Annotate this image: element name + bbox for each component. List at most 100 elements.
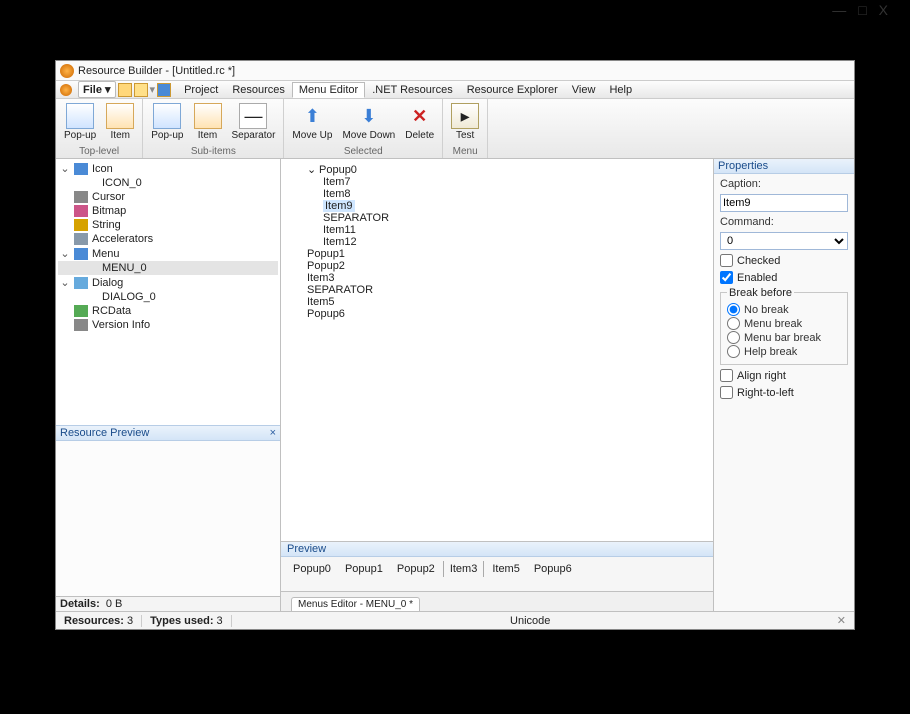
item-top-icon [106,103,134,129]
ribbon-tab-menu-editor[interactable]: Menu Editor [292,82,365,98]
menu-node-label: Item9 [323,200,355,212]
resource-node-cursor[interactable]: Cursor [58,190,278,204]
separator-button[interactable]: —Separator [230,101,278,143]
resource-preview-close-icon[interactable]: × [270,427,276,439]
menu-node-item5[interactable]: Item5 [289,296,705,308]
outer-close-button[interactable]: X [879,2,888,18]
menu-node-popup1[interactable]: Popup1 [289,248,705,260]
break-option-help-break[interactable]: Help break [727,345,841,358]
menu-node-item7[interactable]: Item7 [289,176,705,188]
menu-node-separator[interactable]: SEPARATOR [289,212,705,224]
delete-button[interactable]: ✕Delete [403,101,436,143]
resource-node-version-info[interactable]: Version Info [58,318,278,332]
enabled-checkbox[interactable] [720,271,733,284]
details-value: 0 B [106,598,123,610]
resource-node-label: Menu [92,248,120,260]
outer-minimize-button[interactable]: — [832,2,846,18]
resource-node-icon[interactable]: ⌄Icon [58,161,278,176]
preview-menu-item[interactable]: Popup1 [339,561,389,577]
ribbon-tab--net-resources[interactable]: .NET Resources [365,82,460,98]
break-radio[interactable] [727,345,740,358]
popup-sub-button[interactable]: Pop-up [149,101,185,143]
break-option-no-break[interactable]: No break [727,303,841,316]
break-radio[interactable] [727,303,740,316]
move-up-button[interactable]: ⬆Move Up [290,101,334,143]
save-icon[interactable] [157,83,171,97]
ribbon-tab-resources[interactable]: Resources [225,82,292,98]
rtl-checkbox[interactable] [720,386,733,399]
ribbon-group-label: Sub-items [149,146,277,158]
menu-node-label: Popup1 [307,248,345,260]
resource-item-dialog-0[interactable]: DIALOG_0 [58,290,278,304]
menu-node-item12[interactable]: Item12 [289,236,705,248]
menubar: File ▾ ▾ ProjectResourcesMenu Editor.NET… [56,81,854,99]
resource-node-accelerators[interactable]: Accelerators [58,232,278,246]
break-radio[interactable] [727,331,740,344]
break-option-label: Menu bar break [744,332,821,344]
align-right-checkbox[interactable] [720,369,733,382]
ribbon-tab-help[interactable]: Help [602,82,639,98]
ribbon-group-sub-items: Pop-upItem—Separator Sub-items [143,99,284,158]
resource-node-menu[interactable]: ⌄ Menu [58,246,278,261]
resource-node-rcdata[interactable]: RCData [58,304,278,318]
document-tab-strip: Menus Editor - MENU_0 * [281,591,713,611]
checked-checkbox[interactable] [720,254,733,267]
item-sub-button[interactable]: Item [192,101,224,143]
resource-item-icon-0[interactable]: ICON_0 [58,176,278,190]
ribbon-tab-resource-explorer[interactable]: Resource Explorer [460,82,565,98]
string-resource [74,219,88,231]
ribbon-tab-view[interactable]: View [565,82,603,98]
move-down-button[interactable]: ⬇Move Down [340,101,397,143]
menu-node-item3[interactable]: Item3 [289,272,705,284]
menu-node-popup2[interactable]: Popup2 [289,260,705,272]
menu-node-label: Item8 [323,188,351,200]
menu-node-popup6[interactable]: Popup6 [289,308,705,320]
resource-preview-header: Resource Preview × [56,425,280,441]
preview-menu-item[interactable]: Item5 [486,561,526,577]
break-option-menu-break[interactable]: Menu break [727,317,841,330]
menu-node-item11[interactable]: Item11 [289,224,705,236]
menu-node-item9[interactable]: Item9 [289,200,705,212]
command-select[interactable]: 0 [720,232,848,250]
resource-tree[interactable]: ⌄IconICON_0CursorBitmapStringAccelerator… [56,159,280,425]
resource-node-bitmap[interactable]: Bitmap [58,204,278,218]
menu-preview-title: Preview [281,542,713,557]
caption-input[interactable] [720,194,848,212]
preview-menu-item[interactable]: Item3 [443,561,485,577]
ribbon: Pop-upItemTop-levelPop-upItem—SeparatorS… [56,99,854,159]
item-sub-icon [194,103,222,129]
preview-menu-item[interactable]: Popup2 [391,561,441,577]
menu-node-item8[interactable]: Item8 [289,188,705,200]
popup-sub-icon [153,103,181,129]
outer-maximize-button[interactable]: □ [858,2,866,18]
preview-menu-item[interactable]: Popup6 [528,561,578,577]
test-button[interactable]: ▸Test [449,101,481,143]
chevron-down-icon[interactable]: ⌄ [60,276,70,289]
ribbon-tab-project[interactable]: Project [177,82,225,98]
chevron-down-icon[interactable]: ⌄ [60,162,70,175]
new-icon[interactable] [118,83,132,97]
ribbon-group-label: Menu [449,146,481,158]
preview-menu-item[interactable]: Popup0 [287,561,337,577]
menu-node-separator[interactable]: SEPARATOR [289,284,705,296]
item-top-button[interactable]: Item [104,101,136,143]
menu-tree[interactable]: ⌄Popup0Item7Item8Item9SEPARATORItem11Ite… [281,159,713,541]
document-tab[interactable]: Menus Editor - MENU_0 * [291,597,420,611]
resource-item-menu-0[interactable]: MENU_0 [58,261,278,275]
chevron-down-icon[interactable]: ⌄ [60,247,70,260]
break-option-menu-bar-break[interactable]: Menu bar break [727,331,841,344]
resource-node-label: Version Info [92,319,150,331]
menu-node-popup0[interactable]: ⌄Popup0 [289,163,705,176]
dialog-resource [74,277,88,289]
open-icon[interactable] [134,83,148,97]
chevron-down-icon[interactable]: ⌄ [307,163,319,176]
resource-node-label: RCData [92,305,131,317]
file-menu[interactable]: File ▾ [78,81,116,98]
separator-icon: — [239,103,267,129]
test-icon: ▸ [451,103,479,129]
break-radio[interactable] [727,317,740,330]
resource-node-dialog[interactable]: ⌄ Dialog [58,275,278,290]
resource-node-label: Dialog [92,277,123,289]
popup-top-button[interactable]: Pop-up [62,101,98,143]
resource-node-string[interactable]: String [58,218,278,232]
